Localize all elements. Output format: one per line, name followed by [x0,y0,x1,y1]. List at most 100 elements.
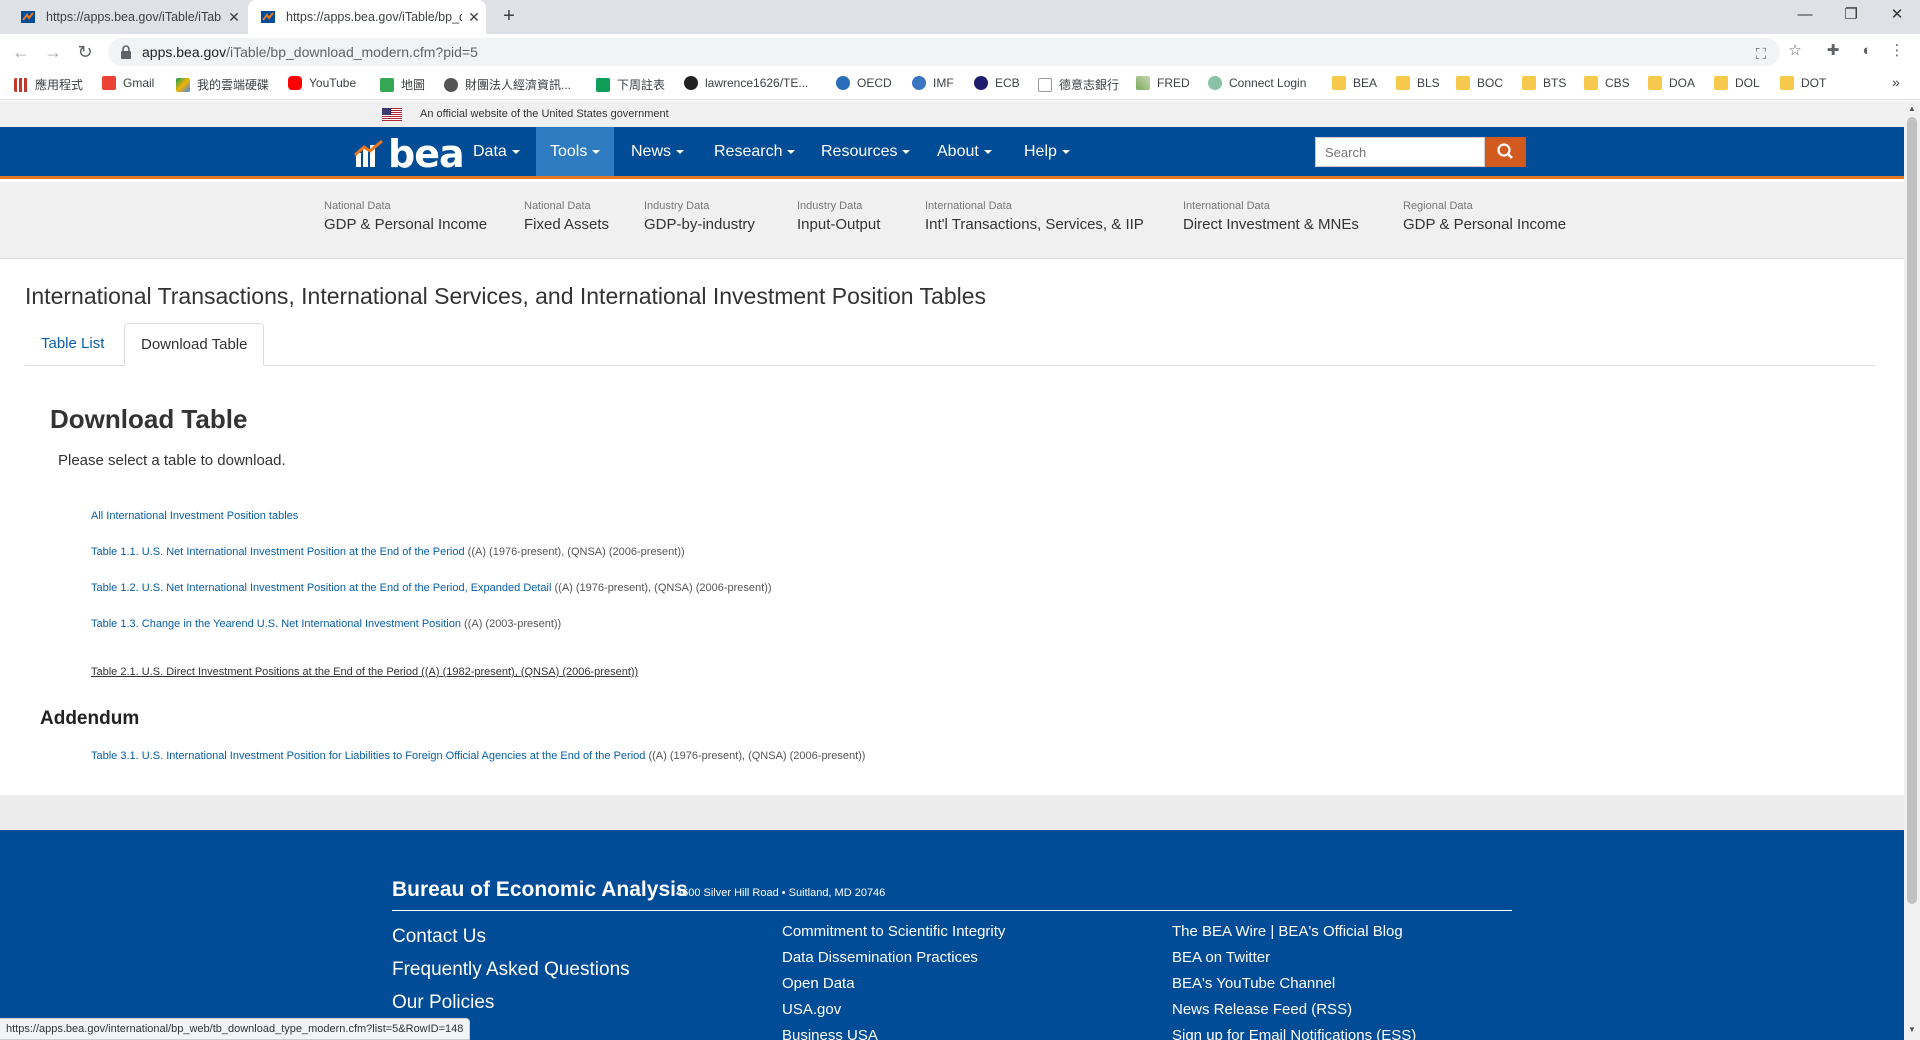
bookmark-maps[interactable]: 地圖 [380,76,425,93]
close-tab-icon[interactable]: ✕ [222,9,246,26]
footer-link-dissemination[interactable]: Data Dissemination Practices [782,949,978,966]
tab-download-table[interactable]: Download Table [124,323,265,366]
new-tab-icon[interactable]: + [496,5,522,29]
table-link-1-1[interactable]: Table 1.1. U.S. Net International Invest… [91,546,685,558]
maps-icon [380,77,394,92]
bookmark-ecb[interactable]: ECB [974,76,1020,90]
table-link-3-1[interactable]: Table 3.1. U.S. International Investment… [91,750,865,762]
footer-link-faq[interactable]: Frequently Asked Questions [392,959,630,981]
footer-link-rss[interactable]: News Release Feed (RSS) [1172,1001,1352,1018]
nav-about[interactable]: About [923,127,1006,176]
table-link-periods: ((A) (1982-present), (QNSA) (2006-presen… [418,666,639,678]
nav-research[interactable]: Research [700,127,809,176]
forward-icon[interactable]: → [40,40,66,66]
folder-icon [1522,76,1536,90]
bookmark-folder-cbs[interactable]: CBS [1584,76,1630,90]
bookmark-youtube[interactable]: YouTube [288,76,356,90]
table-link-text[interactable]: Table 1.3. Change in the Yearend U.S. Ne… [91,618,461,630]
nav-help[interactable]: Help [1010,127,1084,176]
footer-link-business-usa[interactable]: Business USA [782,1027,878,1040]
bea-logo[interactable]: bea [354,135,465,173]
footer-link-blog[interactable]: The BEA Wire | BEA's Official Blog [1172,923,1403,940]
close-window-icon[interactable]: ✕ [1874,0,1920,32]
table-link-text[interactable]: Table 2.1. U.S. Direct Investment Positi… [91,666,418,678]
bookmarks-overflow-icon[interactable]: » [1892,74,1900,90]
bookmark-apps[interactable]: 應用程式 [14,76,83,93]
footer-link-policies[interactable]: Our Policies [392,992,494,1014]
footer-link-usagov[interactable]: USA.gov [782,1001,841,1018]
table-link-2-1[interactable]: Table 2.1. U.S. Direct Investment Positi… [91,666,638,678]
subnav-national-gdp[interactable]: National Data GDP & Personal Income [324,200,487,233]
search-button[interactable] [1485,137,1526,167]
table-link-1-3[interactable]: Table 1.3. Change in the Yearend U.S. Ne… [91,618,561,630]
bookmark-drive[interactable]: 我的雲端硬碟 [176,76,269,93]
translate-icon[interactable]: ⛶ [1750,44,1772,66]
bookmark-folder-bls[interactable]: BLS [1396,76,1440,90]
minimize-icon[interactable]: — [1782,0,1828,32]
profile-avatar-icon[interactable]: ◐ [1856,40,1878,62]
bookmark-folder-dot[interactable]: DOT [1780,76,1826,90]
bookmark-oecd[interactable]: OECD [836,76,892,90]
page-scrollbar[interactable]: ▲ ▼ [1904,101,1920,1040]
bookmark-folder-bea[interactable]: BEA [1332,76,1377,90]
subnav-fixed-assets[interactable]: National Data Fixed Assets [524,200,609,233]
lock-icon [121,45,131,59]
footer-spacer [0,795,1904,830]
footer-link-youtube[interactable]: BEA's YouTube Channel [1172,975,1335,992]
table-link-text[interactable]: Table 3.1. U.S. International Investment… [91,750,645,762]
back-icon[interactable]: ← [8,40,34,66]
bookmark-tej[interactable]: 財團法人經濟資訊... [444,76,571,93]
bookmark-imf[interactable]: IMF [912,76,954,90]
nav-news[interactable]: News [617,127,698,176]
subnav-gdp-by-industry[interactable]: Industry Data GDP-by-industry [644,200,755,233]
bookmark-folder-boc[interactable]: BOC [1456,76,1503,90]
bookmark-label: DOT [1801,76,1827,90]
caret-down-icon [592,149,601,154]
bookmark-folder-doa[interactable]: DOA [1648,76,1695,90]
browser-tab[interactable]: https://apps.bea.gov/iTable/iTable.cfm ✕ [8,0,246,34]
nav-data[interactable]: Data [459,127,534,176]
footer-link-integrity[interactable]: Commitment to Scientific Integrity [782,923,1005,940]
bookmark-db[interactable]: 德意志銀行 [1038,76,1119,93]
scrollbar-thumb[interactable] [1907,117,1917,904]
bookmark-star-icon[interactable]: ☆ [1784,40,1806,62]
search-icon [1497,143,1513,159]
bookmark-fred[interactable]: FRED [1136,76,1190,90]
reload-icon[interactable]: ↻ [72,40,98,66]
search-input[interactable] [1315,137,1485,167]
browser-tab-active[interactable]: https://apps.bea.gov/iTable/bp_download_… [248,0,486,34]
restore-icon[interactable]: ❐ [1828,0,1874,32]
bookmark-sheet[interactable]: 下周註表 [596,76,665,93]
footer-link-email[interactable]: Sign up for Email Notifications (ESS) [1172,1027,1416,1040]
menu-icon[interactable]: ⋮ [1886,40,1908,62]
footer-brand[interactable]: Bureau of Economic Analysis [392,878,688,902]
bookmark-folder-bts[interactable]: BTS [1522,76,1566,90]
web-page: An official website of the United States… [0,101,1904,1040]
nav-tools[interactable]: Tools [536,127,615,176]
table-link-all-iip[interactable]: All International Investment Position ta… [91,510,298,522]
bookmark-folder-dol[interactable]: DOL [1714,76,1760,90]
bookmark-gmail[interactable]: Gmail [102,76,154,90]
subnav-intl-transactions[interactable]: International Data Int'l Transactions, Se… [925,200,1144,233]
tab-table-list[interactable]: Table List [25,323,120,366]
nav-resources[interactable]: Resources [807,127,924,176]
bookmark-label: 應用程式 [35,78,84,92]
scroll-up-icon[interactable]: ▲ [1907,104,1917,113]
extensions-icon[interactable]: ✚ [1822,40,1844,62]
address-bar[interactable]: apps.bea.gov/iTable/bp_download_modern.c… [108,38,1780,66]
subnav-direct-investment[interactable]: International Data Direct Investment & MN… [1183,200,1359,233]
bookmark-github[interactable]: lawrence1626/TE... [684,76,808,90]
bookmark-connect[interactable]: Connect Login [1208,76,1306,90]
subnav-regional-gdp[interactable]: Regional Data GDP & Personal Income [1403,200,1566,233]
bookmark-label: CBS [1605,76,1630,90]
table-link-1-2[interactable]: Table 1.2. U.S. Net International Invest… [91,582,772,594]
scroll-down-icon[interactable]: ▼ [1907,1025,1917,1034]
subnav-input-output[interactable]: Industry Data Input-Output [797,200,880,233]
footer-link-open-data[interactable]: Open Data [782,975,855,992]
footer-link-twitter[interactable]: BEA on Twitter [1172,949,1270,966]
close-tab-icon[interactable]: ✕ [462,9,486,26]
table-link-text[interactable]: Table 1.2. U.S. Net International Invest… [91,582,551,594]
table-link-text[interactable]: Table 1.1. U.S. Net International Invest… [91,546,465,558]
footer-link-contact[interactable]: Contact Us [392,926,486,948]
table-link-text[interactable]: All International Investment Position ta… [91,510,298,522]
